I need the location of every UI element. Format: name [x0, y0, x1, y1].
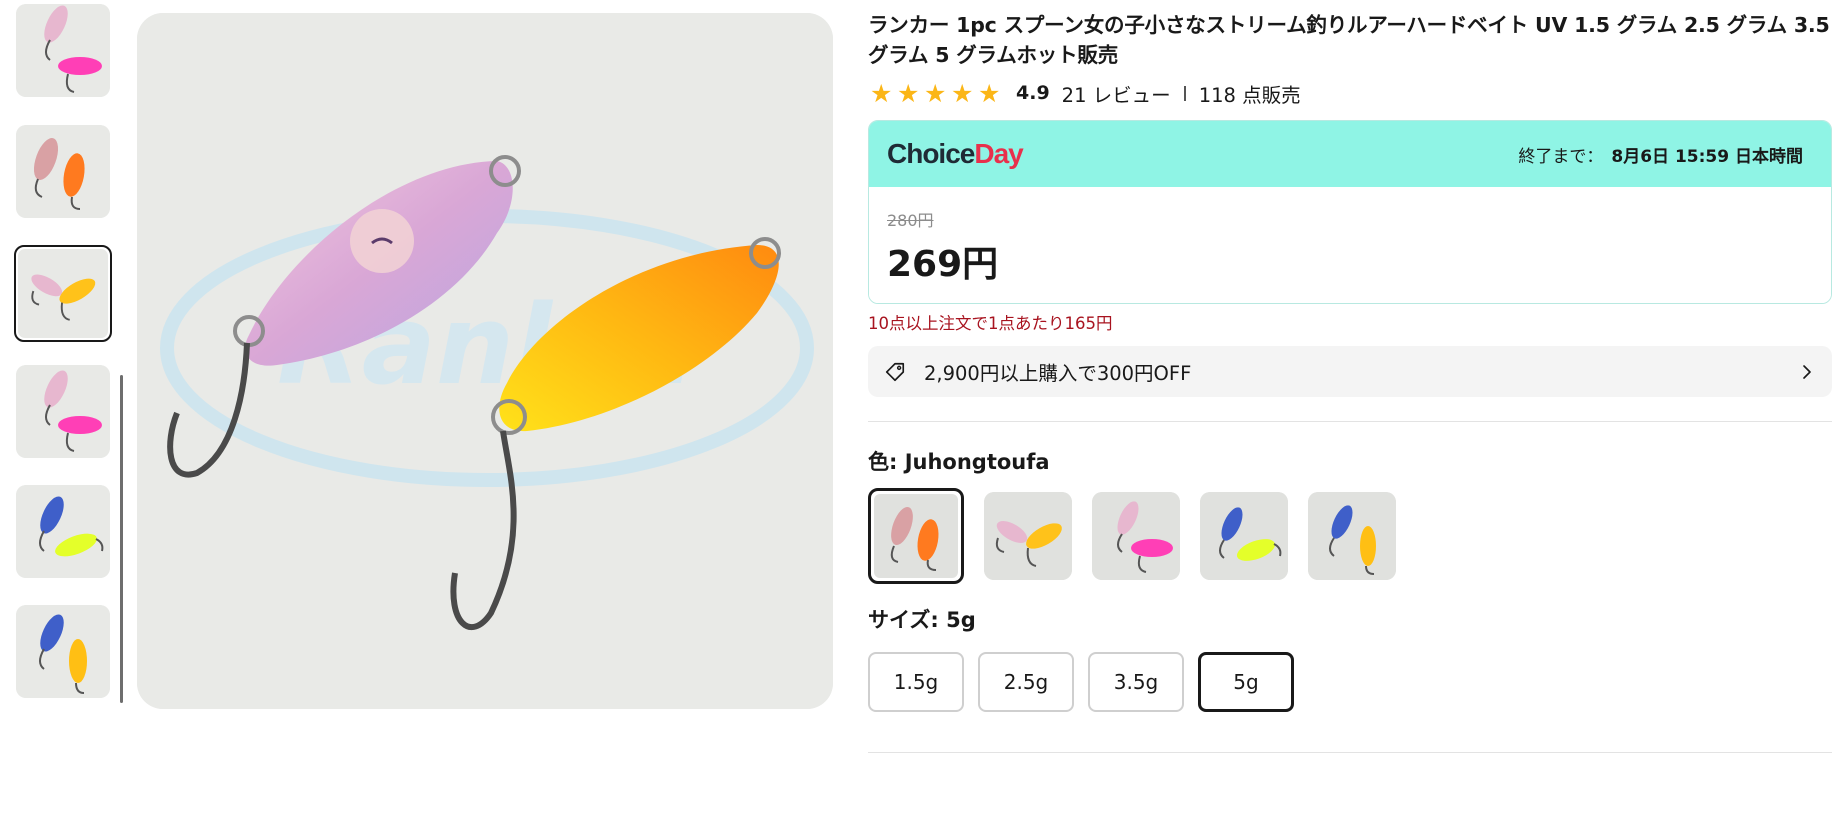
thumbnail-4[interactable] [16, 365, 110, 458]
rating-stars[interactable]: ★ ★ ★ ★ ★ [870, 81, 1003, 106]
main-product-image[interactable]: Ranker [137, 13, 833, 709]
star-icon: ★ [897, 78, 920, 108]
thumbnail-6[interactable] [16, 605, 110, 698]
color-label: 色: Juhongtoufa [868, 450, 1050, 474]
rating-value: 4.9 [1016, 82, 1050, 104]
coupon-left: 2,900円以上購入で300円OFF [884, 357, 1191, 386]
swatch-image [1092, 492, 1180, 580]
thumbnail-image [16, 485, 110, 578]
choice-day-card: ChoiceDay 終了まで： 8月6日 15:59 日本時間 280円 269円 [868, 120, 1832, 304]
color-swatch-juhongtoufa[interactable] [868, 488, 964, 584]
choice-day-logo: ChoiceDay [887, 138, 1024, 170]
size-option-5g[interactable]: 5g [1198, 652, 1294, 712]
divider [1183, 85, 1186, 101]
thumbnail-5[interactable] [16, 485, 110, 578]
product-info: ランカー 1pc スプーン女の子小さなストリーム釣りルアーハードベイト UV 1… [868, 10, 1832, 753]
sold-count: 118 点販売 [1198, 83, 1301, 107]
thumbnail-3[interactable] [14, 245, 112, 342]
swatch-image [1308, 492, 1396, 580]
original-price: 280円 [887, 211, 934, 230]
section-divider [868, 752, 1832, 753]
thumbnail-image [16, 125, 110, 218]
price-block: 280円 269円 [869, 187, 1831, 303]
swatch-image [984, 492, 1072, 580]
color-swatch-4[interactable] [1200, 492, 1288, 580]
star-icon: ★ [951, 78, 974, 108]
swatch-image [874, 494, 958, 578]
size-label: サイズ: 5g [868, 608, 976, 632]
thumbnail-2[interactable] [16, 125, 110, 218]
coupon-banner[interactable]: 2,900円以上購入で300円OFF [868, 346, 1832, 397]
thumbnail-image [16, 365, 110, 458]
thumbnail-image [18, 249, 108, 338]
size-option-1-5g[interactable]: 1.5g [868, 652, 964, 712]
color-swatch-3[interactable] [1092, 492, 1180, 580]
choice-day-header: ChoiceDay 終了まで： 8月6日 15:59 日本時間 [869, 121, 1831, 187]
bulk-offer: 10点以上注文で1点あたり165円 [868, 314, 1113, 333]
size-option-2-5g[interactable]: 2.5g [978, 652, 1074, 712]
chevron-right-icon[interactable] [1798, 363, 1816, 381]
coupon-text: 2,900円以上購入で300円OFF [924, 362, 1192, 385]
day-logo-word: Day [974, 138, 1023, 169]
thumbnail-image [16, 605, 110, 698]
sale-price: 269円 [887, 244, 999, 285]
swatch-image [1200, 492, 1288, 580]
color-swatch-5[interactable] [1308, 492, 1396, 580]
countdown-label: 終了まで： [1518, 146, 1604, 167]
color-swatches [868, 488, 1832, 584]
countdown-time: 8月6日 15:59 日本時間 [1611, 146, 1803, 167]
main-image-art: Ranker [137, 13, 833, 709]
choice-logo-word: Choice [887, 138, 975, 169]
size-option-3-5g[interactable]: 3.5g [1088, 652, 1184, 712]
size-options: 1.5g 2.5g 3.5g 5g [868, 652, 1832, 712]
thumbnail-scrollbar[interactable] [120, 375, 123, 703]
section-divider [868, 421, 1832, 422]
tag-icon [885, 362, 905, 381]
thumbnail-1[interactable] [16, 4, 110, 97]
reviews-link[interactable]: 21 レビュー [1062, 79, 1171, 108]
countdown: 終了まで： 8月6日 15:59 日本時間 [1518, 142, 1803, 167]
color-swatch-2[interactable] [984, 492, 1072, 580]
thumbnail-image [16, 4, 110, 97]
thumbnail-strip [14, 4, 123, 709]
star-icon: ★ [870, 78, 893, 108]
star-icon: ★ [924, 78, 947, 108]
star-icon: ★ [978, 78, 1001, 108]
product-title: ランカー 1pc スプーン女の子小さなストリーム釣りルアーハードベイト UV 1… [868, 13, 1830, 67]
rating-row: ★ ★ ★ ★ ★ 4.9 21 レビュー 118 点販売 [868, 78, 1832, 108]
